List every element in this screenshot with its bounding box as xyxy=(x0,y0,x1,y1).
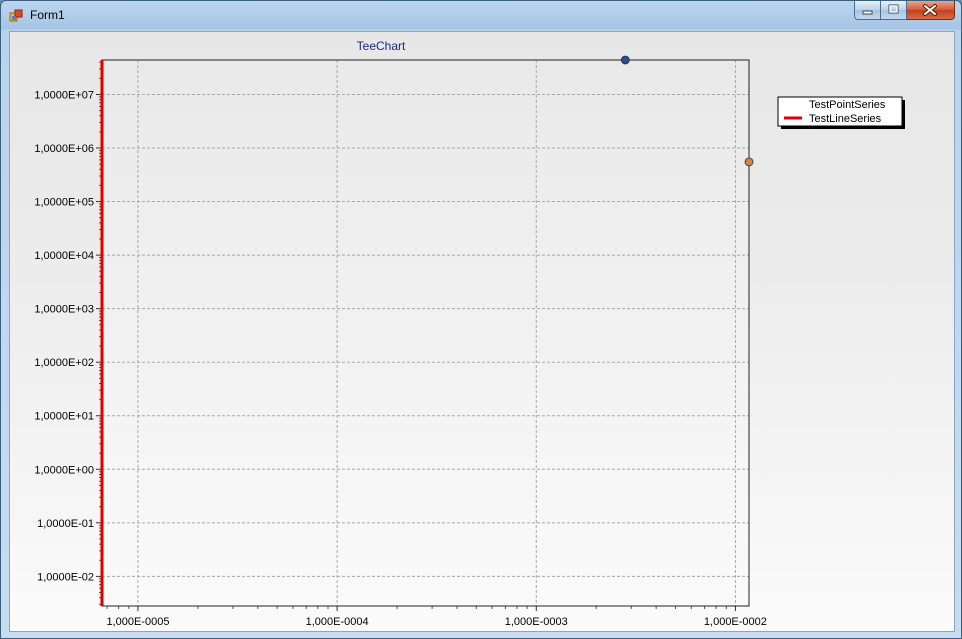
caption-buttons xyxy=(854,1,955,21)
y-tick-label: 1,0000E+06 xyxy=(34,143,94,155)
form-icon xyxy=(9,9,23,22)
y-tick-label: 1,0000E+00 xyxy=(34,464,94,476)
minimize-button[interactable] xyxy=(854,1,881,20)
y-tick-label: 1,0000E+07 xyxy=(34,89,94,101)
y-tick-label: 1,0000E+05 xyxy=(34,197,94,209)
x-tick-label: 1,000E-0003 xyxy=(505,616,568,628)
x-tick-label: 1,000E-0005 xyxy=(106,616,169,628)
legend-entry: TestPointSeries xyxy=(809,99,886,111)
maximize-icon xyxy=(888,4,899,14)
y-tick-label: 1,0000E+04 xyxy=(34,250,94,262)
x-tick-label: 1,000E-0002 xyxy=(704,616,767,628)
application-window: Form1 TeeChart 1,000E-0005 1,000E-0004 1… xyxy=(0,0,962,639)
y-tick-label: 1,0000E+01 xyxy=(34,411,94,423)
legend-entry: TestLineSeries xyxy=(809,113,882,125)
window-title: Form1 xyxy=(30,8,65,22)
y-tick-label: 1,0000E+02 xyxy=(34,357,94,369)
teechart[interactable]: TeeChart 1,000E-0005 1,000E-0004 1,000E-000… xyxy=(10,32,954,631)
y-tick-label: 1,0000E+03 xyxy=(34,304,94,316)
y-tick-label: 1,0000E-02 xyxy=(37,571,94,583)
form-client-area: TeeChart 1,000E-0005 1,000E-0004 1,000E-000… xyxy=(9,31,955,632)
chart-title: TeeChart xyxy=(357,39,406,53)
plot-area[interactable] xyxy=(102,60,749,606)
minimize-icon xyxy=(862,10,873,15)
series-point[interactable] xyxy=(744,157,754,167)
series-point[interactable] xyxy=(620,55,630,65)
close-icon xyxy=(923,4,937,16)
x-tick-label: 1,000E-0004 xyxy=(306,616,369,628)
title-bar[interactable]: Form1 xyxy=(1,1,961,30)
y-tick-label: 1,0000E-01 xyxy=(37,518,94,530)
maximize-button[interactable] xyxy=(881,1,907,20)
close-button[interactable] xyxy=(907,1,955,20)
